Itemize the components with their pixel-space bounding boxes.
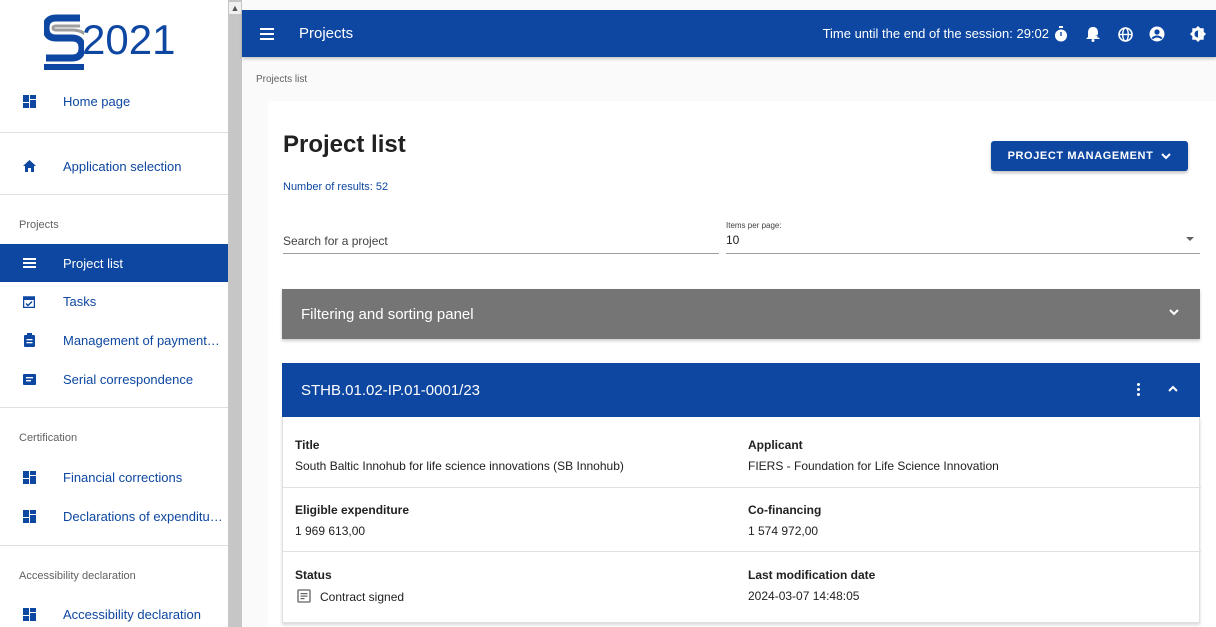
applicant-label: Applicant — [748, 438, 803, 452]
home-icon — [21, 158, 37, 174]
svg-text:+: + — [1095, 33, 1100, 40]
status-value: Contract signed — [320, 590, 405, 604]
dashboard-icon — [21, 508, 37, 524]
page-title: Project list — [283, 131, 406, 158]
clipboard-icon — [21, 332, 37, 348]
search-field[interactable] — [283, 225, 719, 254]
sidebar-item-label: Tasks — [63, 293, 97, 309]
sidebar: 2021 Home page Application selection Pro… — [0, 0, 228, 627]
dropdown-caret-icon — [1186, 237, 1194, 241]
status-label: Status — [295, 568, 332, 582]
results-count: Number of results: 52 — [283, 181, 389, 193]
section-projects: Projects — [19, 219, 59, 231]
sidebar-item-home[interactable]: Home page — [0, 90, 228, 112]
sidebar-item-application-selection[interactable]: Application selection — [0, 155, 228, 177]
applicant-value: FIERS - Foundation for Life Science Inno… — [748, 459, 999, 473]
divider — [0, 132, 228, 133]
sidebar-item-label: Home page — [63, 93, 131, 109]
row-divider — [283, 487, 1201, 488]
items-per-page-select[interactable]: Items per page: 10 — [726, 221, 1200, 254]
account-icon[interactable] — [1147, 24, 1167, 44]
dashboard-icon — [21, 606, 37, 622]
contrast-settings-icon[interactable] — [1188, 24, 1208, 44]
document-status-icon — [297, 589, 311, 603]
divider — [0, 194, 228, 195]
divider — [0, 407, 228, 408]
logo-year: 2021 — [82, 16, 176, 63]
chevron-down-icon — [1169, 309, 1179, 316]
sidebar-item-label: Accessibility declaration — [63, 606, 202, 622]
mail-icon — [21, 371, 37, 387]
divider — [0, 545, 228, 546]
section-accessibility: Accessibility declaration — [19, 570, 136, 582]
eligible-expenditure-label: Eligible expenditure — [295, 503, 410, 517]
project-number: STHB.01.02-IP.01-0001/23 — [301, 381, 481, 399]
chevron-down-icon — [1161, 152, 1172, 159]
top-app-bar: Projects Time until the end of the sessi… — [242, 10, 1216, 57]
items-per-page-value: 10 — [726, 233, 740, 247]
section-certification: Certification — [19, 432, 78, 444]
breadcrumb[interactable]: Projects list — [256, 74, 307, 85]
title-label: Title — [295, 438, 320, 452]
sidebar-item-label: Project list — [63, 255, 123, 271]
last-modification-value: 2024-03-07 14:48:05 — [748, 589, 860, 603]
row-divider — [283, 551, 1201, 552]
title-value: South Baltic Innohub for life science in… — [295, 459, 624, 473]
sidebar-item-label: Declarations of expenditu… — [63, 508, 223, 524]
sidebar-item-management-of-payments[interactable]: Management of payment… — [0, 329, 228, 351]
page-title-bar: Projects — [299, 25, 354, 42]
calendar-check-icon — [21, 293, 37, 309]
sidebar-item-label: Financial corrections — [63, 469, 183, 485]
app-logo: 2021 — [44, 10, 194, 76]
list-icon — [21, 255, 37, 271]
project-management-label: PROJECT MANAGEMENT — [1007, 150, 1154, 162]
menu-icon[interactable] — [260, 27, 274, 40]
notifications-icon[interactable]: + — [1083, 24, 1103, 44]
project-management-button[interactable]: PROJECT MANAGEMENT — [991, 141, 1188, 171]
dashboard-icon — [21, 469, 37, 485]
timer-icon — [1051, 24, 1071, 44]
search-input[interactable] — [283, 234, 719, 248]
sidebar-item-project-list[interactable]: Project list — [0, 244, 228, 282]
chevron-up-icon[interactable] — [1168, 385, 1178, 392]
sidebar-item-label: Management of payment… — [63, 332, 220, 348]
eligible-expenditure-value: 1 969 613,00 — [295, 524, 366, 538]
session-timer: Time until the end of the session: 29:02 — [822, 26, 1049, 41]
co-financing-value: 1 574 972,00 — [748, 524, 819, 538]
items-per-page-label: Items per page: — [726, 221, 782, 230]
filter-panel-title: Filtering and sorting panel — [301, 305, 474, 323]
sidebar-item-serial-correspondence[interactable]: Serial correspondence — [0, 368, 228, 390]
sidebar-item-declarations-of-expenditure[interactable]: Declarations of expenditu… — [0, 505, 228, 527]
sidebar-item-accessibility-declaration[interactable]: Accessibility declaration — [0, 603, 228, 625]
scroll-up-arrow-icon[interactable]: ▲ — [229, 2, 241, 14]
sidebar-item-label: Serial correspondence — [63, 371, 194, 387]
dashboard-icon — [21, 93, 37, 109]
more-options-icon[interactable] — [1137, 383, 1140, 396]
project-details: Title South Baltic Innohub for life scie… — [282, 417, 1201, 623]
co-financing-label: Co-financing — [748, 503, 822, 517]
filter-sort-panel[interactable]: Filtering and sorting panel — [282, 289, 1200, 339]
sidebar-item-label: Application selection — [63, 158, 182, 174]
sidebar-item-financial-corrections[interactable]: Financial corrections — [0, 466, 228, 488]
project-header[interactable]: STHB.01.02-IP.01-0001/23 — [282, 363, 1200, 417]
last-modification-label: Last modification date — [748, 568, 876, 582]
sidebar-item-tasks[interactable]: Tasks — [0, 290, 228, 312]
language-globe-icon[interactable] — [1115, 24, 1135, 44]
sidebar-scrollbar[interactable] — [228, 0, 242, 627]
